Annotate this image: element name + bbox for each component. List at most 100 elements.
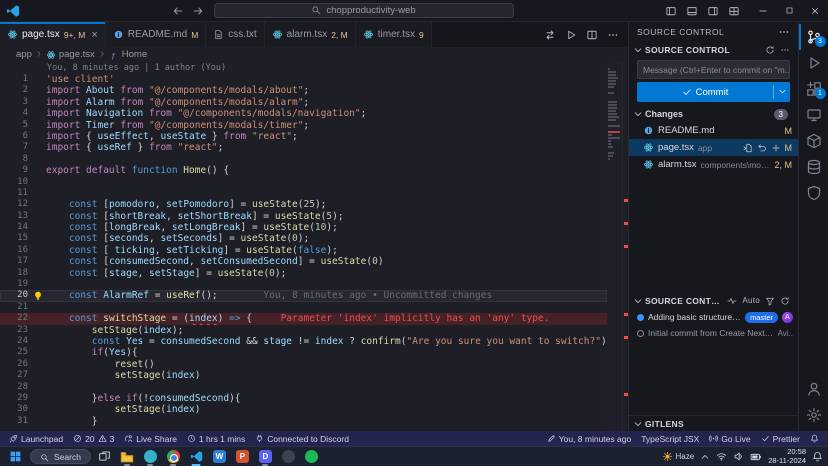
gitlens-section-header[interactable]: GITLENS (629, 415, 798, 431)
code-line-18[interactable]: 18 const [stage, setStage] = useState(0)… (0, 268, 607, 279)
tab-README.md[interactable]: README.mdM (106, 22, 207, 47)
tab-alarm.tsx[interactable]: alarm.tsx2, M (265, 22, 356, 47)
code-line-21[interactable]: 21 (0, 302, 607, 313)
taskbar-task-view[interactable] (96, 448, 113, 466)
code-line-19[interactable]: 19 (0, 279, 607, 290)
close-tab-icon[interactable]: × (91, 29, 97, 41)
tab-timer.tsx[interactable]: timer.tsx9 (356, 22, 432, 47)
status-gitlens-blame[interactable]: You, 8 minutes ago (542, 434, 636, 444)
taskbar-spotify[interactable] (303, 448, 320, 466)
taskbar-word[interactable]: W (211, 448, 228, 466)
more-button[interactable] (607, 28, 619, 40)
code-line-28[interactable]: 28 (0, 382, 607, 393)
breadcrumb-item-app[interactable]: app (16, 49, 32, 60)
scm-section-header[interactable]: SOURCE CONTROL (629, 42, 798, 58)
code-line-3[interactable]: 3import Alarm from "@/components/modals/… (0, 97, 607, 108)
code-line-29[interactable]: 29 }else if(!consumedSecond){ (0, 393, 607, 404)
activity-account[interactable] (799, 376, 828, 402)
taskbar-edge[interactable] (142, 448, 159, 466)
minimize-button[interactable] (750, 0, 776, 22)
code-line-14[interactable]: 14 const [longBreak, setLongBreak] = use… (0, 222, 607, 233)
code-line-12[interactable]: 12 const [pomodoro, setPomodoro] = useSt… (0, 199, 607, 210)
wifi-icon[interactable] (716, 451, 727, 463)
code-line-24[interactable]: 24 const Yes = consumedSecond && stage !… (0, 336, 607, 347)
scm-file-page.tsx[interactable]: page.tsxappM (629, 139, 798, 156)
code-line-16[interactable]: 16 const [ ticking, setTicking] = useSta… (0, 245, 607, 256)
swap-button[interactable] (544, 28, 556, 40)
code-line-20[interactable]: 20 const AlarmRef = useRef(); You, 8 min… (0, 290, 607, 301)
commit-button[interactable]: Commit (637, 82, 790, 102)
status-prettier[interactable]: Prettier (756, 434, 805, 444)
commit-message-input[interactable]: Message (Ctrl+Enter to commit on "m... (637, 60, 790, 79)
panel-more-button[interactable] (778, 26, 790, 38)
code-line-7[interactable]: 7import { useRef } from "react"; (0, 142, 607, 153)
code-line-31[interactable]: 31 } (0, 416, 607, 427)
taskbar-search[interactable]: Search (30, 449, 91, 464)
changes-section-header[interactable]: Changes 3 (629, 106, 798, 122)
refresh-button[interactable] (765, 45, 775, 56)
code-line-15[interactable]: 15 const [seconds, setSeconds] = useStat… (0, 233, 607, 244)
code-line-2[interactable]: 2import About from "@/components/modals/… (0, 85, 607, 96)
activity-source-control[interactable]: 3 (799, 24, 828, 50)
taskbar-clock[interactable]: 20:58 28-11-2024 (768, 448, 806, 465)
code-line-23[interactable]: 23 setStage(index); (0, 325, 607, 336)
commit-dropdown-button[interactable] (774, 82, 790, 102)
status-discord-status[interactable]: Connected to Discord (250, 434, 354, 444)
start-button[interactable] (5, 448, 25, 466)
activity-containers[interactable] (799, 128, 828, 154)
auto-refresh-icon[interactable] (727, 296, 737, 307)
activity-database[interactable] (799, 154, 828, 180)
status-launchpad[interactable]: Launchpad (4, 434, 68, 444)
status-problems[interactable]: 203 (68, 434, 119, 444)
filter-button[interactable] (765, 296, 775, 307)
scm-file-alarm.tsx[interactable]: alarm.tsxcomponents\modals2, M (629, 156, 798, 173)
code-line-4[interactable]: 4import Navigation from "@/components/mo… (0, 108, 607, 119)
volume-icon[interactable] (733, 451, 744, 463)
lightbulb-icon[interactable] (30, 290, 46, 301)
customize-layout-button[interactable] (728, 4, 740, 16)
activity-settings[interactable] (799, 402, 828, 428)
taskbar-obs[interactable] (280, 448, 297, 466)
taskbar-file-explorer[interactable] (119, 448, 136, 466)
toggle-secondary-sidebar-button[interactable] (707, 4, 719, 16)
code-line-17[interactable]: 17 const [consumedSecond, setConsumedSec… (0, 256, 607, 267)
status-notifications[interactable] (805, 434, 824, 443)
discard-button[interactable] (757, 143, 767, 153)
stage-button[interactable] (771, 143, 781, 153)
code-line-27[interactable]: 27 setStage(index) (0, 370, 607, 381)
weather-widget[interactable]: Haze (662, 451, 695, 462)
code-line-9[interactable]: 9export default function Home() { (0, 165, 607, 176)
split-editor-button[interactable] (586, 28, 598, 40)
code-editor[interactable]: You, 8 minutes ago | 1 author (You) 1'us… (0, 62, 628, 431)
toggle-sidebar-button[interactable] (665, 4, 677, 16)
taskbar-vscode[interactable] (188, 448, 205, 466)
goto-file-button[interactable] (743, 143, 753, 153)
refresh-button[interactable] (780, 296, 790, 307)
breadcrumb-item-page.tsx[interactable]: page.tsx (46, 49, 95, 60)
code-line-22[interactable]: 22 const switchStage = (index) => { Para… (0, 313, 607, 324)
command-center-search[interactable]: chopproductivity-web (214, 3, 514, 18)
close-button[interactable] (802, 0, 828, 22)
activity-extensions[interactable]: 1 (799, 76, 828, 102)
code-line-1[interactable]: 1'use client' (0, 74, 607, 85)
tab-css.txt[interactable]: css.txt (206, 22, 264, 47)
status-language-mode[interactable]: TypeScript JSX (636, 434, 704, 444)
code-line-26[interactable]: 26 reset() (0, 359, 607, 370)
code-line-30[interactable]: 30 setStage(index) (0, 404, 607, 415)
taskbar-powerpoint[interactable]: P (234, 448, 251, 466)
play-button[interactable] (565, 28, 577, 40)
minimap[interactable] (607, 62, 622, 431)
status-time-tracker[interactable]: 1 hrs 1 mins (182, 434, 250, 444)
status-go-live[interactable]: Go Live (704, 434, 755, 444)
breadcrumb-item-Home[interactable]: ƒHome (109, 49, 147, 60)
maximize-button[interactable] (776, 0, 802, 22)
more-button[interactable] (780, 45, 790, 56)
code-line-25[interactable]: 25 if(Yes){ (0, 347, 607, 358)
graph-commit-row[interactable]: Adding basic structure a...masterA (629, 309, 798, 325)
tray-overflow-button[interactable] (700, 451, 710, 463)
tab-page.tsx[interactable]: page.tsx9+, M× (0, 22, 106, 47)
navigate-forward-button[interactable] (192, 4, 204, 16)
code-line-6[interactable]: 6import { useEffect, useState } from "re… (0, 131, 607, 142)
battery-icon[interactable] (750, 450, 762, 462)
activity-gitlens[interactable] (799, 180, 828, 206)
